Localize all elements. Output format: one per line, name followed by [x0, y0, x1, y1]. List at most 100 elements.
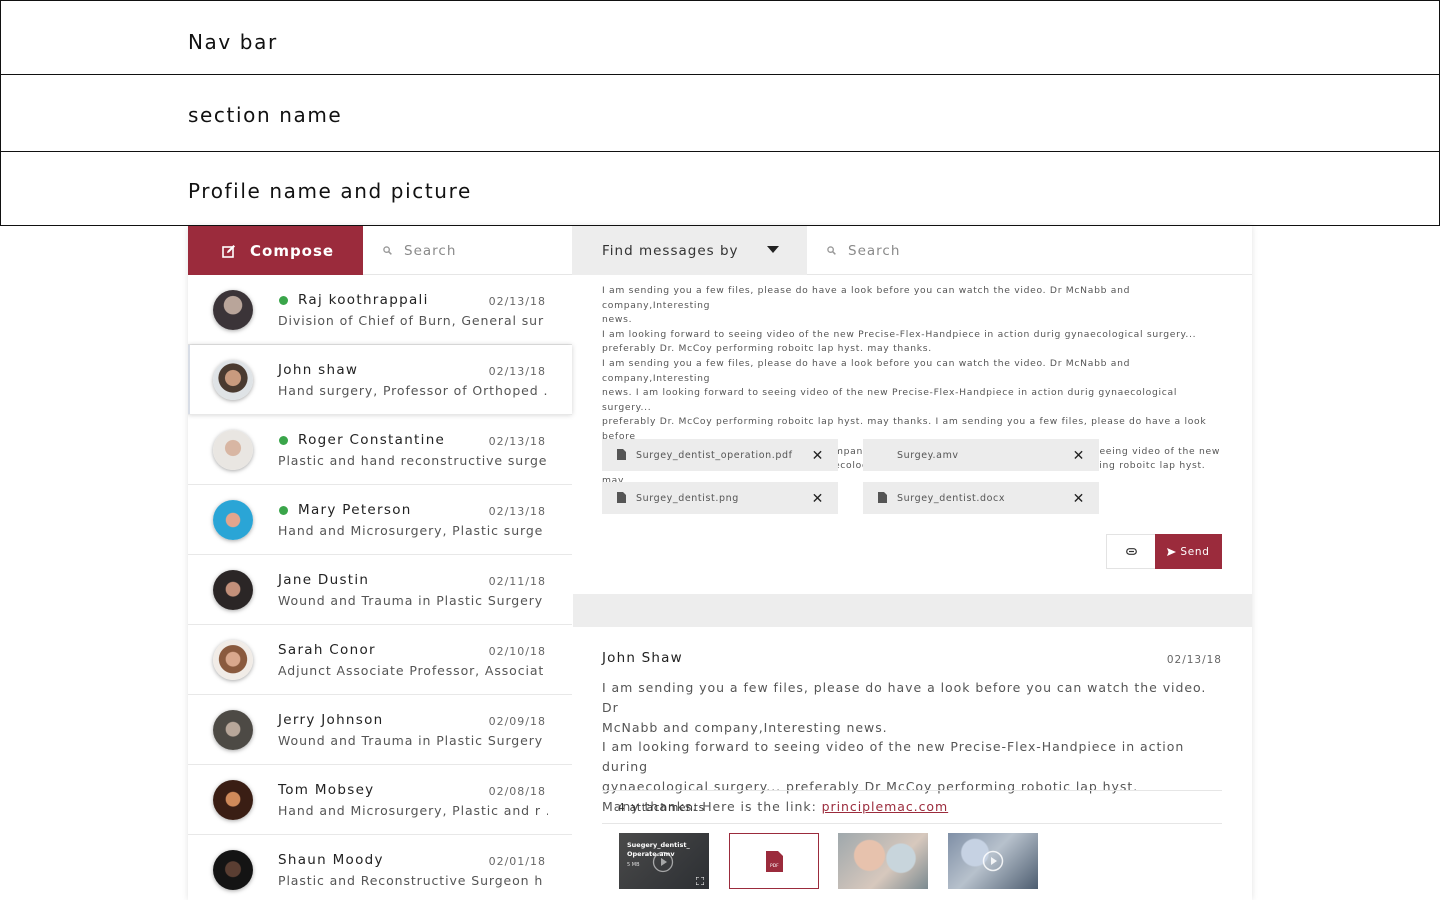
contact-description: Wound and Trauma in Plastic Surgery ...	[278, 733, 548, 748]
remove-attachment-button[interactable]: ✕	[812, 448, 824, 464]
draft-line: preferably Dr. McCoy performing roboitc …	[602, 343, 932, 355]
pdf-label: PDF	[770, 864, 779, 869]
attachment-name: Surgey_dentist.png	[636, 493, 739, 504]
contact-list: Raj koothrappali 02/13/18 Division of Ch…	[188, 275, 572, 900]
attachments-count: 4 attachments	[602, 790, 1222, 824]
remove-attachment-button[interactable]: ✕	[1073, 491, 1085, 507]
contact-item[interactable]: Mary Peterson 02/13/18 Hand and Microsur…	[188, 485, 572, 555]
contacts-search-placeholder: Search	[404, 242, 457, 259]
contact-description: Wound and Trauma in Plastic Surgery ...	[278, 593, 548, 608]
avatar	[213, 500, 253, 540]
edit-icon	[222, 244, 235, 258]
message-line: I am sending you a few files, please do …	[602, 680, 1207, 715]
section-name-label: section name	[188, 103, 343, 127]
contact-date: 02/13/18	[488, 505, 546, 518]
video-attachment-thumbnail[interactable]	[948, 833, 1038, 889]
online-indicator	[279, 296, 288, 305]
send-label: Send	[1180, 545, 1210, 558]
contacts-search-input[interactable]: Search	[363, 226, 572, 275]
send-icon	[1167, 547, 1177, 556]
avatar	[213, 850, 253, 890]
online-indicator	[279, 436, 288, 445]
messages-search-placeholder: Search	[848, 242, 901, 259]
contact-date: 02/08/18	[488, 785, 546, 798]
profile-label: Profile name and picture	[188, 179, 472, 203]
find-messages-label: Find messages by	[602, 242, 739, 259]
contact-item[interactable]: John shaw 02/13/18 Hand surgery, Profess…	[188, 345, 572, 415]
play-icon	[652, 851, 674, 873]
attachment-chip: Surgey_dentist.png ✕	[602, 482, 838, 514]
send-button[interactable]: Send	[1155, 534, 1222, 569]
contact-name: Mary Peterson	[298, 502, 412, 518]
contact-item[interactable]: Shaun Moody 02/01/18 Plastic and Reconst…	[188, 835, 572, 900]
contact-description: Hand and Microsurgery, Plastic surge ...	[278, 523, 548, 538]
contact-item[interactable]: Tom Mobsey 02/08/18 Hand and Microsurger…	[188, 765, 572, 835]
contact-item[interactable]: Jerry Johnson 02/09/18 Wound and Trauma …	[188, 695, 572, 765]
attachment-chip: Surgey_dentist.docx ✕	[863, 482, 1099, 514]
file-icon	[617, 449, 626, 460]
contact-date: 02/13/18	[488, 365, 546, 378]
contact-description: Plastic and hand reconstructive surge ..…	[278, 453, 548, 468]
find-messages-dropdown[interactable]: Find messages by	[572, 226, 807, 275]
divider-band	[573, 594, 1252, 627]
toolbar: Compose Search Find messages by Search	[188, 226, 1252, 275]
contact-name: Sarah Conor	[278, 642, 376, 658]
attachment-chip: Surgey_dentist_operation.pdf ✕	[602, 439, 838, 471]
compose-button[interactable]: Compose	[188, 226, 363, 275]
contact-name: Jane Dustin	[278, 572, 370, 588]
avatar	[213, 710, 253, 750]
section-name-placeholder: section name	[0, 74, 1440, 152]
video-attachment-thumbnail[interactable]: Suegery_dentist_ Operate.amv 5 MB	[619, 833, 709, 889]
image-attachment-thumbnail[interactable]	[838, 833, 928, 889]
contact-description: Hand surgery, Professor of Orthoped ...	[278, 383, 548, 398]
avatar	[213, 430, 253, 470]
avatar	[213, 570, 253, 610]
file-icon	[878, 492, 887, 503]
contact-date: 02/13/18	[488, 295, 546, 308]
attachment-chip: Surgey.amv ✕	[863, 439, 1099, 471]
nav-bar-placeholder: Nav bar	[0, 0, 1440, 75]
avatar	[213, 360, 253, 400]
contact-date: 02/11/18	[488, 575, 546, 588]
message-view: John Shaw 02/13/18 I am sending you a fe…	[573, 627, 1252, 900]
play-icon	[982, 850, 1004, 872]
attachment-name: Surgey_dentist_operation.pdf	[636, 450, 793, 461]
remove-attachment-button[interactable]: ✕	[812, 491, 824, 507]
file-icon	[617, 492, 626, 503]
compose-label: Compose	[250, 241, 335, 260]
fullscreen-icon	[696, 877, 704, 885]
contact-item[interactable]: Jane Dustin 02/11/18 Wound and Trauma in…	[188, 555, 572, 625]
search-icon	[383, 246, 392, 255]
message-date: 02/13/18	[1166, 654, 1222, 666]
draft-line: news. I am looking forward to seeing vid…	[602, 387, 1178, 413]
contact-description: Adjunct Associate Professor, Associat ..…	[278, 663, 548, 678]
nav-bar-label: Nav bar	[188, 30, 278, 54]
contact-description: Plastic and Reconstructive Surgeon h ...	[278, 873, 548, 888]
contact-name: Roger Constantine	[298, 432, 446, 448]
contact-date: 02/10/18	[488, 645, 546, 658]
message-line: I am looking forward to seeing video of …	[602, 739, 1185, 775]
messages-search-input[interactable]: Search	[807, 226, 1252, 275]
contact-date: 02/09/18	[488, 715, 546, 728]
caret-down-icon	[767, 246, 779, 253]
contact-item[interactable]: Roger Constantine 02/13/18 Plastic and h…	[188, 415, 572, 485]
contact-date: 02/01/18	[488, 855, 546, 868]
contact-item[interactable]: Sarah Conor 02/10/18 Adjunct Associate P…	[188, 625, 572, 695]
contact-description: Division of Chief of Burn, General sur .…	[278, 313, 548, 328]
message-sender: John Shaw	[602, 650, 683, 666]
search-icon	[827, 246, 836, 255]
message-line: McNabb and company,Interesting news.	[602, 719, 888, 735]
draft-line: I am sending you a few files, please do …	[602, 285, 1131, 311]
video-size: 5 MB	[627, 862, 640, 868]
attach-file-button[interactable]	[1106, 534, 1156, 569]
remove-attachment-button[interactable]: ✕	[1073, 448, 1085, 464]
paperclip-icon	[1125, 548, 1137, 555]
online-indicator	[279, 506, 288, 515]
draft-line: I am sending you a few files, please do …	[602, 357, 1131, 384]
avatar	[213, 290, 253, 330]
contact-item[interactable]: Raj koothrappali 02/13/18 Division of Ch…	[188, 275, 572, 345]
draft-line: I am looking forward to seeing video of …	[602, 328, 1197, 340]
avatar	[213, 780, 253, 820]
pdf-attachment-thumbnail[interactable]: PDF	[729, 833, 819, 889]
compose-area[interactable]: I am sending you a few files, please do …	[573, 275, 1252, 594]
